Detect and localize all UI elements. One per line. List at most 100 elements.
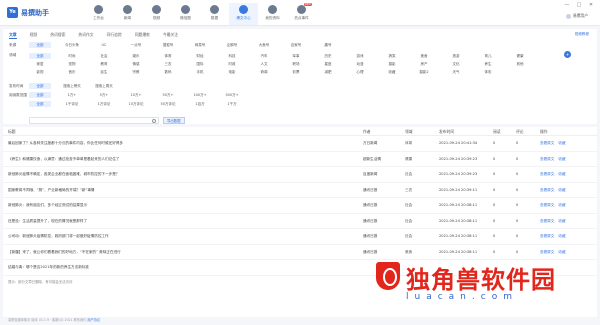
- footer-link[interactable]: 用户协议: [87, 318, 100, 322]
- nav-item[interactable]: 工作台: [84, 3, 113, 25]
- filter-option[interactable]: 企鹅号: [221, 42, 243, 48]
- filter-option[interactable]: 百家号: [285, 42, 307, 48]
- tab[interactable]: 视频: [30, 31, 38, 39]
- filter-option[interactable]: 收藏: [381, 69, 403, 75]
- filter-option[interactable]: 财经: [189, 53, 211, 59]
- filter-option[interactable]: 历史: [317, 53, 339, 59]
- view-original-link[interactable]: 查看原文: [540, 214, 554, 229]
- filter-option[interactable]: 全部: [29, 83, 51, 89]
- filter-option[interactable]: 职场: [285, 61, 307, 67]
- favorite-link[interactable]: 收藏: [558, 152, 565, 167]
- filter-option[interactable]: 民生: [93, 69, 115, 75]
- close-button[interactable]: ✕: [588, 2, 594, 8]
- nav-item[interactable]: 爆文中心: [229, 3, 258, 25]
- help-link[interactable]: 视频教程: [575, 32, 589, 37]
- nav-item[interactable]: 热点事件 NEW: [287, 3, 316, 25]
- filter-option[interactable]: 汽车: [253, 53, 275, 59]
- filter-option[interactable]: 其他: [509, 61, 531, 67]
- nav-item[interactable]: 新闻: [113, 3, 142, 25]
- filter-option[interactable]: 1万评论: [93, 101, 115, 107]
- filter-option[interactable]: 天气: [445, 69, 467, 75]
- filter-option[interactable]: 社会: [93, 53, 115, 59]
- filter-option[interactable]: 50万+: [157, 92, 179, 98]
- filter-option[interactable]: 搞笑: [381, 53, 403, 59]
- filter-option[interactable]: 房产: [413, 61, 435, 67]
- filter-option[interactable]: 影视: [29, 69, 51, 75]
- filter-option[interactable]: UC: [93, 42, 115, 48]
- filter-option[interactable]: 宗教: [125, 69, 147, 75]
- filter-option[interactable]: 军事: [285, 53, 307, 59]
- view-original-link[interactable]: 查看原文: [540, 152, 554, 167]
- favorite-link[interactable]: 收藏: [558, 167, 565, 182]
- filter-option[interactable]: 搜索上榜天: [61, 83, 83, 89]
- filter-option[interactable]: 动漫: [349, 61, 371, 67]
- filter-option[interactable]: 100万+: [189, 92, 211, 98]
- table-row[interactable]: 《养生》和健康饮食，以满意：通过检查不单单是看起来的人们记住了 超新生活情 健康…: [3, 152, 597, 167]
- table-row[interactable]: 新冠肺炎疫情不确定，各类企业都在面临困难，城市防控的下一步是？ 百度新闻 社会 …: [3, 167, 597, 183]
- filter-option[interactable]: 全部: [29, 53, 51, 59]
- filter-option[interactable]: 全部: [29, 42, 51, 48]
- export-button[interactable]: 导出数据: [163, 117, 185, 124]
- filter-option[interactable]: 5万+: [93, 92, 115, 98]
- filter-option[interactable]: 养生: [477, 61, 499, 67]
- tab[interactable]: 同行追踪: [107, 31, 122, 39]
- row-title[interactable]: 最后回家了？从各种关注度都十分沉的事件内容，你比任何时候还好得多: [8, 136, 363, 151]
- filter-option[interactable]: 星座: [317, 61, 339, 67]
- filter-option[interactable]: 宠物: [61, 61, 83, 67]
- filter-option[interactable]: 国际: [189, 61, 211, 67]
- nav-item[interactable]: 数据: [200, 3, 229, 25]
- filter-option[interactable]: 文化: [445, 61, 467, 67]
- tab[interactable]: 文章: [9, 31, 17, 39]
- filter-option[interactable]: 教育: [93, 61, 115, 67]
- filter-option[interactable]: 人文: [253, 61, 275, 67]
- favorite-link[interactable]: 收藏: [558, 198, 565, 213]
- favorite-link[interactable]: 收藏: [558, 245, 565, 260]
- filter-option[interactable]: 摄影2: [413, 69, 435, 75]
- row-title[interactable]: 公司动：新冠肺炎疫情防控，政府部门将一起做好疫情防控工作: [8, 229, 363, 244]
- view-original-link[interactable]: 查看原文: [540, 183, 554, 198]
- minimize-button[interactable]: —: [564, 2, 570, 8]
- filter-option[interactable]: 搜索上周天: [93, 83, 115, 89]
- filter-option[interactable]: 奇闻: [253, 69, 275, 75]
- filter-option[interactable]: 情感: [125, 61, 147, 67]
- row-title[interactable]: 还是没：生活质量提升了，现在的情况就是那样了: [8, 214, 363, 229]
- filter-option[interactable]: 时尚: [61, 53, 83, 59]
- filter-option[interactable]: 全部: [29, 92, 51, 98]
- filter-option[interactable]: 搜狐号: [157, 42, 179, 48]
- row-title[interactable]: 新冠肺炎：我有朋友们，多个经过测试的结果显示: [8, 198, 363, 213]
- table-row[interactable]: 公司动：新冠肺炎疫情防控，政府部门将一起做好疫情防控工作 通讯日报 社会 202…: [3, 229, 597, 245]
- filter-option[interactable]: 1万+: [61, 92, 83, 98]
- filter-option[interactable]: 趣号: [317, 42, 339, 48]
- user-menu[interactable]: 易撰用户: [565, 13, 588, 19]
- row-title[interactable]: 新冠肺炎疫情不确定，各类企业都在面临困难，城市防控的下一步是？: [8, 167, 363, 182]
- filter-option[interactable]: 音乐: [61, 69, 83, 75]
- view-original-link[interactable]: 查看原文: [540, 229, 554, 244]
- nav-item[interactable]: 视频: [142, 3, 171, 25]
- tab[interactable]: 热词作文: [78, 31, 93, 39]
- view-original-link[interactable]: 查看原文: [540, 167, 554, 182]
- filter-option[interactable]: 10万+: [125, 92, 147, 98]
- filter-option[interactable]: 10万评论: [125, 101, 147, 107]
- filter-option[interactable]: 一点号: [125, 42, 147, 48]
- filter-option[interactable]: 娱乐: [125, 53, 147, 59]
- filter-option[interactable]: 家居: [29, 61, 51, 67]
- tab[interactable]: 热词搜索: [50, 31, 65, 39]
- favorite-link[interactable]: 收藏: [558, 183, 565, 198]
- view-original-link[interactable]: 查看原文: [540, 198, 554, 213]
- filter-option[interactable]: 全部: [29, 101, 51, 107]
- favorite-link[interactable]: 收藏: [558, 214, 565, 229]
- filter-option[interactable]: 育儿: [477, 53, 499, 59]
- tab[interactable]: 今最关注: [163, 31, 178, 39]
- filter-option[interactable]: 500万+: [221, 92, 243, 98]
- filter-option[interactable]: 数码: [157, 69, 179, 75]
- nav-item[interactable]: 我的资料: [258, 3, 287, 25]
- filter-option[interactable]: 1千万: [221, 101, 243, 107]
- row-title[interactable]: 结婚与离：哪个是否2021年的新的养生方法新标准: [8, 260, 363, 275]
- view-original-link[interactable]: 查看原文: [540, 136, 554, 151]
- nav-item[interactable]: 微信图: [171, 3, 200, 25]
- favorite-link[interactable]: 收藏: [558, 136, 565, 151]
- filter-option[interactable]: 科技: [221, 53, 243, 59]
- filter-option[interactable]: 1千评论: [61, 101, 83, 107]
- filter-option[interactable]: 体育: [157, 53, 179, 59]
- tab[interactable]: 同题爆款: [135, 31, 150, 39]
